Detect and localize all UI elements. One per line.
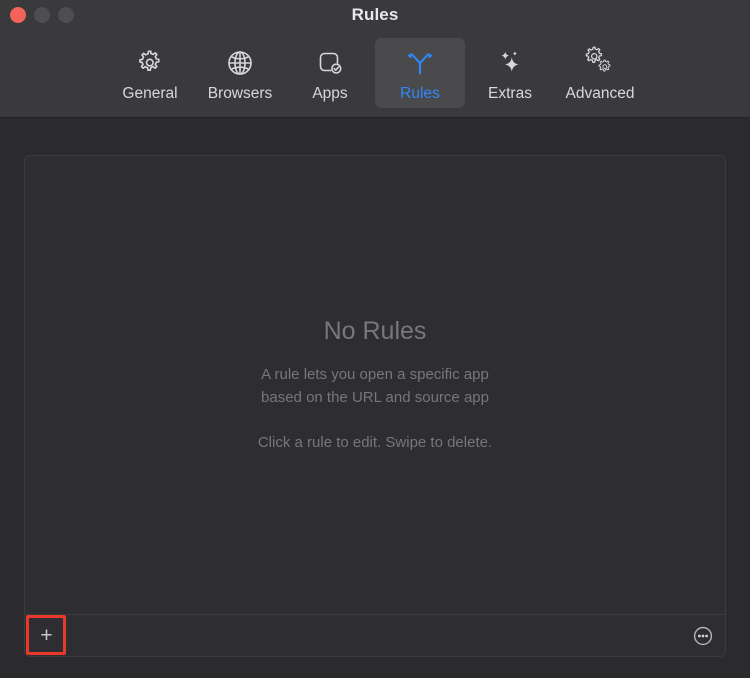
toolbar-item-label: Browsers	[207, 85, 273, 102]
toolbar-item-apps[interactable]: Apps	[285, 38, 375, 108]
content-area: No Rules A rule lets you open a specific…	[0, 119, 750, 678]
plus-icon: +	[40, 624, 53, 647]
sparkles-icon	[493, 43, 527, 83]
ellipsis-circle-icon	[692, 625, 714, 647]
window-title: Rules	[351, 5, 399, 24]
empty-state-description-line1: A rule lets you open a specific app	[261, 366, 489, 383]
toolbar-item-rules[interactable]: Rules	[375, 38, 465, 108]
toolbar-item-advanced[interactable]: Advanced	[555, 38, 645, 108]
gear-icon	[133, 43, 167, 83]
toolbar: General Browsers Apps Rules Extras Advan…	[0, 38, 750, 108]
rules-panel: No Rules A rule lets you open a specific…	[24, 155, 726, 657]
preferences-window: Rules General Browsers Apps Rules Extras…	[0, 0, 750, 678]
gears-icon	[583, 43, 617, 83]
app-check-icon	[313, 43, 347, 83]
globe-icon	[223, 43, 257, 83]
add-rule-button[interactable]: +	[28, 617, 65, 654]
toolbar-item-label: Rules	[400, 85, 440, 102]
toolbar-item-label: Advanced	[565, 85, 635, 102]
panel-bottom-bar: +	[25, 614, 725, 656]
branch-arrows-icon	[403, 43, 437, 83]
toolbar-item-label: General	[122, 85, 178, 102]
empty-state-description-line2: based on the URL and source app	[261, 389, 489, 406]
empty-state-title: No Rules	[323, 317, 427, 345]
toolbar-item-extras[interactable]: Extras	[465, 38, 555, 108]
toolbar-item-browsers[interactable]: Browsers	[195, 38, 285, 108]
title-bar: Rules General Browsers Apps Rules Extras…	[0, 0, 750, 118]
toolbar-item-general[interactable]: General	[105, 38, 195, 108]
toolbar-item-label: Apps	[312, 85, 348, 102]
toolbar-item-label: Extras	[488, 85, 532, 102]
more-options-button[interactable]	[690, 623, 715, 648]
empty-state-hint: Click a rule to edit. Swipe to delete.	[257, 434, 493, 451]
empty-state: No Rules A rule lets you open a specific…	[25, 156, 725, 614]
